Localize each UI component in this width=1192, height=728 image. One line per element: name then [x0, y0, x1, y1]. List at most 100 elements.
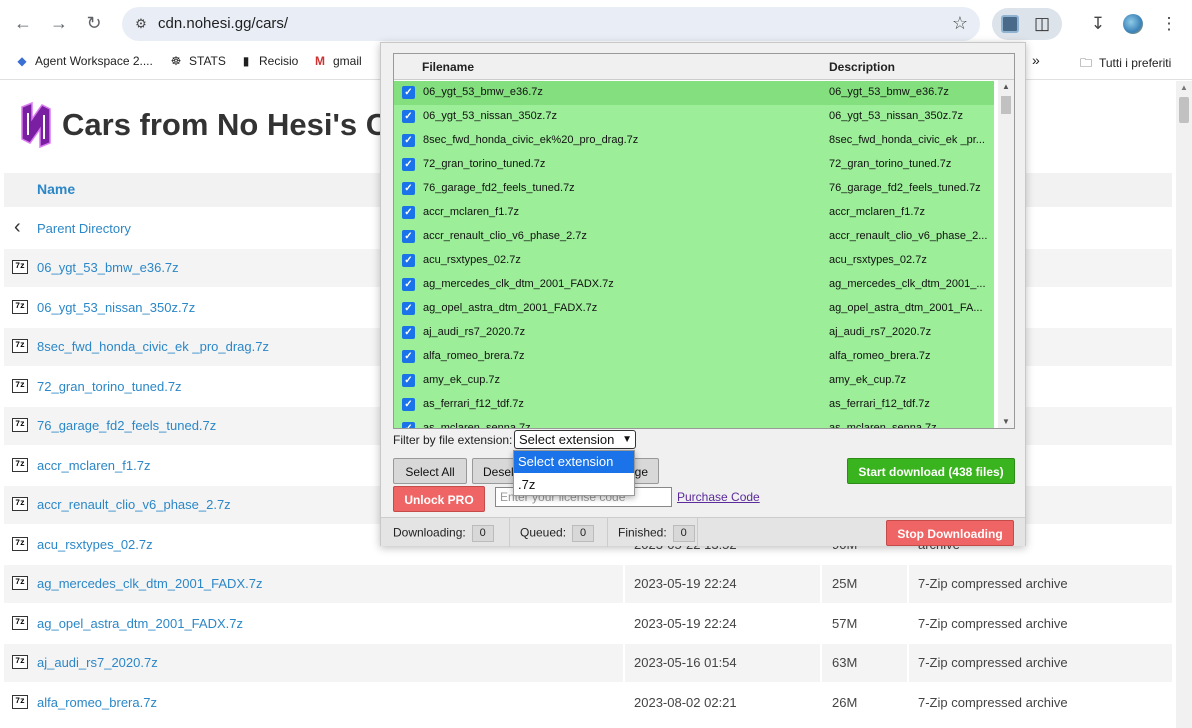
scroll-up-icon[interactable]: ▲ [1002, 82, 1010, 91]
file-size: 25M [832, 576, 858, 591]
address-bar[interactable]: ⚙ cdn.nohesi.gg/cars/ ☆ [122, 7, 980, 41]
queued-stat: Queued: 0 [520, 525, 595, 542]
finished-count: 0 [672, 525, 695, 542]
file-list-row[interactable]: ✓ ag_opel_astra_dtm_2001_FADX.7z ag_opel_a… [394, 297, 994, 321]
dropdown-option[interactable]: .7z [514, 474, 634, 496]
scrollbar-thumb[interactable] [1179, 97, 1189, 123]
divider [907, 683, 909, 722]
file-checkbox[interactable]: ✓ [402, 230, 415, 243]
stop-downloading-button[interactable]: Stop Downloading [886, 520, 1014, 546]
file-list-name: ag_mercedes_clk_dtm_2001_FADX.7z [423, 278, 614, 290]
file-size: 57M [832, 615, 858, 631]
file-list-scrollbar[interactable]: ▲ ▼ [998, 80, 1014, 428]
unlock-pro-button[interactable]: Unlock PRO [393, 486, 485, 512]
file-name-link[interactable]: aj_audi_rs7_2020.7z [37, 655, 158, 670]
file-list: Filename Description ✓ 06_ygt_53_bmw_e36.… [393, 53, 1015, 429]
file-list-row[interactable]: ✓ acu_rsxtypes_02.7z acu_rsxtypes_02.7z [394, 249, 994, 273]
file-checkbox[interactable]: ✓ [402, 278, 415, 291]
file-checkbox[interactable]: ✓ [402, 206, 415, 219]
purchase-code-link[interactable]: Purchase Code [677, 490, 760, 504]
bookmark-gmail[interactable]: Mgmail [312, 54, 362, 68]
file-list-row[interactable]: ✓ 76_garage_fd2_feels_tuned.7z 76_garage_f… [394, 177, 994, 201]
file-checkbox[interactable]: ✓ [402, 302, 415, 315]
scroll-down-icon[interactable]: ▼ [1002, 417, 1010, 426]
file-list-row[interactable]: ✓ 72_gran_torino_tuned.7z 72_gran_torino_t… [394, 153, 994, 177]
parent-directory-label[interactable]: Parent Directory [37, 221, 131, 236]
file-list-row[interactable]: ✓ accr_mclaren_f1.7z accr_mclaren_f1.7z [394, 201, 994, 225]
file-name-link[interactable]: 06_ygt_53_bmw_e36.7z [37, 260, 179, 275]
back-arrow-icon[interactable]: ← [11, 11, 35, 35]
file-checkbox[interactable]: ✓ [402, 110, 415, 123]
bookmark-star-icon[interactable]: ☆ [952, 13, 968, 34]
download-status-bar: Downloading: 0 Queued: 0 Finished: 0 Stop D… [381, 517, 1025, 547]
file-type: 7-Zip compressed archive [918, 694, 1068, 710]
file-list-row[interactable]: ✓ 8sec_fwd_honda_civic_ek%20_pro_drag.7z 8… [394, 129, 994, 153]
file-list-row[interactable]: ✓ alfa_romeo_brera.7z alfa_romeo_brera.7z [394, 345, 994, 369]
file-list-row[interactable]: ✓ ag_mercedes_clk_dtm_2001_FADX.7z ag_merc… [394, 273, 994, 297]
diamond-icon: ◆ [17, 54, 27, 68]
menu-kebab-icon[interactable]: ⋮ [1153, 8, 1185, 40]
file-list-description: aj_audi_rs7_2020.7z [829, 326, 932, 338]
file-list-row[interactable]: ✓ accr_renault_clio_v6_phase_2.7z accr_ren… [394, 225, 994, 249]
bookmark-stats[interactable]: ☸ STATS [168, 54, 226, 68]
select-all-button[interactable]: Select All [393, 458, 467, 484]
dropdown-option[interactable]: Select extension [514, 451, 634, 473]
site-info-icon[interactable]: ⚙ [132, 15, 150, 33]
downloader-extension-icon[interactable] [1001, 15, 1019, 33]
file-date: 2023-05-16 01:54 [634, 655, 737, 670]
file-date: 2023-05-19 22:24 [634, 576, 737, 591]
download-icon[interactable]: ↧ [1082, 8, 1114, 40]
file-checkbox[interactable]: ✓ [402, 158, 415, 171]
divider [820, 683, 822, 722]
file-list-row[interactable]: ✓ amy_ek_cup.7z amy_ek_cup.7z [394, 369, 994, 393]
column-name-header[interactable]: Name [37, 181, 75, 197]
file-checkbox[interactable]: ✓ [402, 398, 415, 411]
divider [607, 518, 608, 547]
file-name-link[interactable]: 72_gran_torino_tuned.7z [37, 379, 182, 394]
scrollbar-thumb[interactable] [1001, 96, 1011, 114]
file-list-name: aj_audi_rs7_2020.7z [423, 326, 526, 338]
file-name-link[interactable]: alfa_romeo_brera.7z [37, 695, 157, 710]
file-name-link[interactable]: ag_mercedes_clk_dtm_2001_FADX.7z [37, 576, 262, 591]
file-list-row[interactable]: ✓ as_mclaren_senna.7z as_mclaren_senna.7z [394, 417, 994, 429]
reload-icon[interactable]: ↻ [82, 11, 106, 35]
file-list-row[interactable]: ✓ aj_audi_rs7_2020.7z aj_audi_rs7_2020.7z [394, 321, 994, 345]
extensions-area[interactable]: ◫ [992, 8, 1062, 40]
bookmark-all-bookmarks[interactable]: 🗀 Tutti i preferiti [1078, 54, 1171, 75]
file-list-description: as_ferrari_f12_tdf.7z [829, 398, 930, 410]
puzzle-icon[interactable]: ◫ [1034, 8, 1050, 40]
extension-filter-select[interactable]: Select extension ▼ [514, 430, 636, 449]
file-name-link[interactable]: accr_mclaren_f1.7z [37, 458, 150, 473]
file-checkbox[interactable]: ✓ [402, 182, 415, 195]
file-name-link[interactable]: ag_opel_astra_dtm_2001_FADX.7z [37, 616, 243, 631]
file-name-link[interactable]: 06_ygt_53_nissan_350z.7z [37, 300, 195, 315]
page-scrollbar[interactable]: ▲ [1176, 81, 1192, 728]
file-list-description: acu_rsxtypes_02.7z [829, 254, 927, 266]
file-name-link[interactable]: accr_renault_clio_v6_phase_2.7z [37, 497, 231, 512]
file-checkbox[interactable]: ✓ [402, 350, 415, 363]
file-list-row[interactable]: ✓ 06_ygt_53_bmw_e36.7z 06_ygt_53_bmw_e36.7… [394, 81, 994, 105]
scroll-up-icon[interactable]: ▲ [1180, 83, 1188, 92]
file-name-link[interactable]: 76_garage_fd2_feels_tuned.7z [37, 418, 216, 433]
start-download-button[interactable]: Start download (438 files) [847, 458, 1015, 484]
bookmark-recisio[interactable]: ▮ Recisio [238, 54, 299, 68]
forward-arrow-icon[interactable]: → [47, 11, 71, 35]
file-checkbox[interactable]: ✓ [402, 134, 415, 147]
file-checkbox[interactable]: ✓ [402, 254, 415, 267]
file-list-row[interactable]: ✓ 06_ygt_53_nissan_350z.7z 06_ygt_53_nissa… [394, 105, 994, 129]
profile-avatar-icon[interactable] [1117, 8, 1149, 40]
url-text[interactable]: cdn.nohesi.gg/cars/ [158, 15, 288, 32]
file-checkbox[interactable]: ✓ [402, 422, 415, 428]
file-checkbox[interactable]: ✓ [402, 374, 415, 387]
file-list-description: 72_gran_torino_tuned.7z [829, 158, 952, 170]
archive-file-icon: 7z [12, 299, 28, 314]
queued-count: 0 [572, 525, 595, 542]
file-name-link[interactable]: acu_rsxtypes_02.7z [37, 537, 153, 552]
more-bookmarks-icon[interactable]: » [1032, 52, 1040, 68]
file-checkbox[interactable]: ✓ [402, 86, 415, 99]
bookmark-agent-workspace[interactable]: ◆ Agent Workspace 2.... [14, 54, 152, 68]
file-list-row[interactable]: ✓ as_ferrari_f12_tdf.7z as_ferrari_f12_tdf… [394, 393, 994, 417]
file-list-name: as_mclaren_senna.7z [423, 422, 531, 429]
file-name-link[interactable]: 8sec_fwd_honda_civic_ek _pro_drag.7z [37, 339, 269, 354]
file-checkbox[interactable]: ✓ [402, 326, 415, 339]
